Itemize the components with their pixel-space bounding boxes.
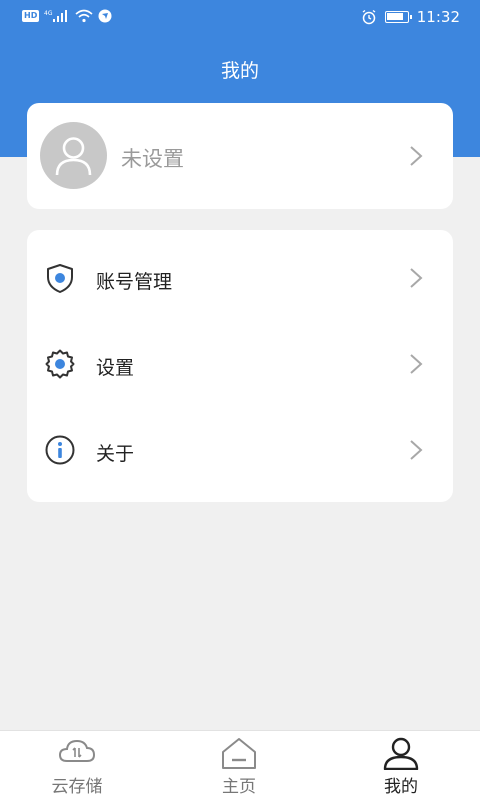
- menu-item-label: 关于: [96, 443, 135, 465]
- bottom-nav: 云存储 主页 我的: [0, 730, 480, 800]
- wifi-icon: [75, 9, 93, 23]
- avatar[interactable]: [40, 122, 107, 189]
- page-title: 我的: [220, 60, 259, 82]
- menu-item-about[interactable]: 关于: [27, 406, 453, 492]
- nav-label: 主页: [222, 777, 256, 797]
- status-right: 11:32: [361, 8, 460, 26]
- network-type: 4G: [44, 10, 53, 17]
- menu-item-label: 设置: [96, 357, 135, 379]
- battery-icon: [384, 11, 412, 23]
- signal-icon: 4G: [44, 10, 68, 22]
- profile-card[interactable]: 未设置: [27, 103, 453, 209]
- cloud-icon: [58, 739, 96, 762]
- chevron-right-icon: [410, 268, 423, 288]
- shield-icon: [47, 264, 73, 293]
- nav-item-home[interactable]: 主页: [179, 731, 299, 800]
- nav-item-mine[interactable]: 我的: [341, 731, 461, 800]
- status-time: 11:32: [416, 8, 460, 26]
- gear-icon: [45, 349, 75, 379]
- info-icon: [45, 435, 75, 465]
- menu-item-label: 账号管理: [96, 271, 173, 293]
- chevron-right-icon: [410, 146, 423, 166]
- menu-item-account[interactable]: 账号管理: [27, 234, 453, 320]
- nav-label: 云存储: [51, 777, 103, 797]
- menu-card: 账号管理 设置 关于: [27, 230, 453, 502]
- menu-item-settings[interactable]: 设置: [27, 320, 453, 406]
- alarm-icon: [362, 9, 376, 25]
- home-icon: [222, 738, 256, 769]
- battery-fill: [386, 13, 403, 20]
- hd-badge: HD: [22, 10, 40, 22]
- profile-name: 未设置: [121, 147, 184, 171]
- nav-label: 我的: [384, 777, 418, 797]
- avatar-person-icon: [55, 137, 92, 176]
- person-icon: [383, 737, 419, 770]
- status-bar: HD 4G 11:32: [0, 0, 480, 36]
- nav-item-cloud-storage[interactable]: 云存储: [17, 731, 137, 800]
- location-icon: [98, 9, 112, 23]
- chevron-right-icon: [410, 440, 423, 460]
- chevron-right-icon: [410, 354, 423, 374]
- status-left: HD 4G: [22, 9, 112, 23]
